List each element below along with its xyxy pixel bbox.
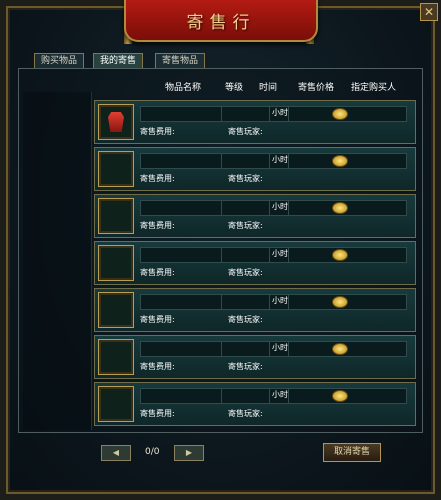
fee-label: 寄售费用: — [140, 315, 175, 324]
bar-divider — [221, 201, 222, 215]
tab-buy-items[interactable]: 购买物品 — [34, 53, 85, 69]
hours-label: 小时 — [272, 249, 288, 258]
player-label: 寄售玩家: — [228, 362, 263, 371]
close-button[interactable]: ✕ — [420, 3, 438, 21]
hours-label: 小时 — [272, 155, 288, 164]
item-slot[interactable] — [98, 292, 134, 328]
bar-divider — [288, 107, 289, 121]
item-slot[interactable] — [98, 151, 134, 187]
player-label: 寄售玩家: — [228, 127, 263, 136]
gold-coin-icon — [332, 390, 348, 402]
page-indicator: 0/0 — [145, 447, 160, 457]
table-row[interactable]: 小时寄售费用: 寄售玩家: — [94, 335, 416, 379]
bar-divider — [288, 154, 289, 168]
tab-my-consignments[interactable]: 我的寄售 — [93, 53, 144, 69]
bar-divider — [269, 342, 270, 356]
table-header: 物品名称 等级 时间 寄售价格 指定购买人 — [150, 80, 420, 94]
bar-divider — [288, 389, 289, 403]
bar-divider — [288, 295, 289, 309]
fee-label: 寄售费用: — [140, 362, 175, 371]
bar-divider — [269, 389, 270, 403]
item-slot[interactable] — [98, 104, 134, 140]
red-armor-icon — [108, 112, 124, 132]
bar-divider — [221, 342, 222, 356]
fee-label: 寄售费用: — [140, 409, 175, 418]
header-time: 时间 — [259, 83, 278, 93]
hours-label: 小时 — [272, 343, 288, 352]
item-slot[interactable] — [98, 245, 134, 281]
table-row[interactable]: 小时寄售费用: 寄售玩家: — [94, 147, 416, 191]
item-slot[interactable] — [98, 339, 134, 375]
fee-label: 寄售费用: — [140, 127, 175, 136]
header-price: 寄售价格 — [298, 83, 335, 93]
fee-label: 寄售费用: — [140, 174, 175, 183]
hours-label: 小时 — [272, 296, 288, 305]
table-row[interactable]: 小时寄售费用: 寄售玩家: — [94, 100, 416, 144]
item-slot[interactable] — [98, 386, 134, 422]
player-label: 寄售玩家: — [228, 268, 263, 277]
hours-label: 小时 — [272, 202, 288, 211]
player-label: 寄售玩家: — [228, 315, 263, 324]
prev-page-button[interactable]: ◀ — [101, 445, 131, 461]
gold-coin-icon — [332, 249, 348, 261]
fee-label: 寄售费用: — [140, 221, 175, 230]
gold-coin-icon — [332, 296, 348, 308]
bar-divider — [269, 107, 270, 121]
gold-coin-icon — [332, 343, 348, 355]
bar-divider — [221, 154, 222, 168]
item-slot[interactable] — [98, 198, 134, 234]
table-row[interactable]: 小时寄售费用: 寄售玩家: — [94, 194, 416, 238]
player-label: 寄售玩家: — [228, 174, 263, 183]
window-title: 寄售行 — [186, 13, 256, 33]
header-item-name: 物品名称 — [165, 83, 202, 93]
player-label: 寄售玩家: — [228, 409, 263, 418]
bar-divider — [269, 154, 270, 168]
header-buyer: 指定购买人 — [351, 83, 397, 93]
title-banner: 寄售行 — [124, 0, 318, 42]
fee-label: 寄售费用: — [140, 268, 175, 277]
bar-divider — [221, 295, 222, 309]
bar-divider — [288, 248, 289, 262]
gold-coin-icon — [332, 155, 348, 167]
bar-divider — [269, 248, 270, 262]
bar-divider — [269, 295, 270, 309]
gold-coin-icon — [332, 202, 348, 214]
bar-divider — [221, 107, 222, 121]
header-level: 等级 — [225, 83, 244, 93]
gold-coin-icon — [332, 108, 348, 120]
bar-divider — [288, 342, 289, 356]
player-label: 寄售玩家: — [228, 221, 263, 230]
next-page-button[interactable]: ▶ — [174, 445, 204, 461]
hours-label: 小时 — [272, 390, 288, 399]
tab-consign-items[interactable]: 寄售物品 — [155, 53, 206, 69]
cancel-consignment-button[interactable]: 取消寄售 — [323, 443, 381, 462]
left-column — [23, 92, 92, 430]
bar-divider — [221, 389, 222, 403]
bar-divider — [269, 201, 270, 215]
table-row[interactable]: 小时寄售费用: 寄售玩家: — [94, 288, 416, 332]
table-row[interactable]: 小时寄售费用: 寄售玩家: — [94, 241, 416, 285]
hours-label: 小时 — [272, 108, 288, 117]
table-row[interactable]: 小时寄售费用: 寄售玩家: — [94, 382, 416, 426]
bar-divider — [288, 201, 289, 215]
bar-divider — [221, 248, 222, 262]
